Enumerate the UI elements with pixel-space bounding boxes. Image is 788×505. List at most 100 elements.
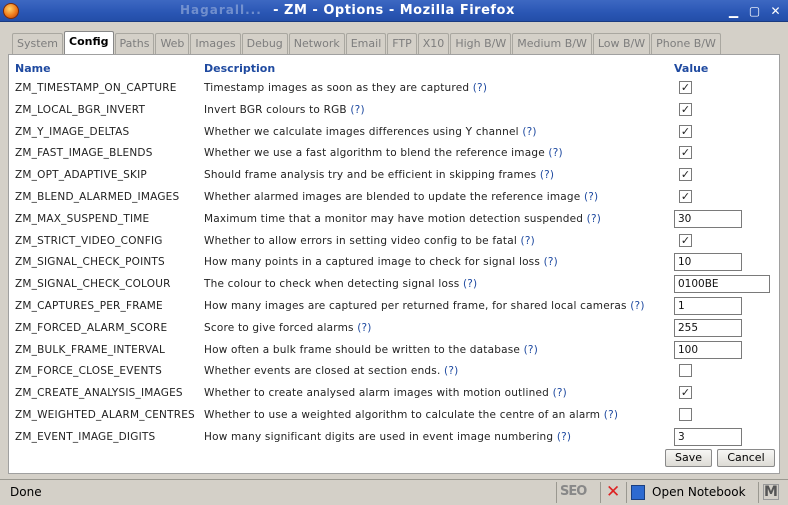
- help-link[interactable]: (?): [587, 213, 601, 225]
- help-link[interactable]: (?): [604, 409, 618, 421]
- option-description-text: Whether alarmed images are blended to up…: [204, 191, 581, 203]
- tab-web[interactable]: Web: [155, 33, 190, 54]
- option-description: How many images are captured per returne…: [204, 300, 645, 312]
- table-row: ZM_SIGNAL_CHECK_POINTS How many points in…: [9, 251, 779, 273]
- option-checkbox[interactable]: ✓: [679, 168, 692, 182]
- help-link[interactable]: (?): [630, 300, 644, 312]
- tab-high-b-w[interactable]: High B/W: [450, 33, 512, 54]
- tab-debug[interactable]: Debug: [241, 33, 288, 54]
- help-link[interactable]: (?): [553, 387, 567, 399]
- column-header-name: Name: [15, 62, 51, 75]
- option-description: Whether to use a weighted algorithm to c…: [204, 409, 618, 421]
- option-checkbox[interactable]: [679, 408, 692, 421]
- table-row: ZM_BLEND_ALARMED_IMAGES Whether alarmed i…: [9, 186, 779, 208]
- option-description: Whether to create analysed alarm images …: [204, 387, 567, 399]
- option-value-input[interactable]: [674, 209, 742, 228]
- close-icon[interactable]: ✕: [767, 3, 784, 19]
- save-button[interactable]: Save: [665, 449, 712, 467]
- option-description: How many significant digits are used in …: [204, 431, 571, 443]
- help-link[interactable]: (?): [522, 126, 536, 138]
- table-row: ZM_Y_IMAGE_DELTAS Whether we calculate im…: [9, 121, 779, 143]
- notebook-icon[interactable]: [631, 485, 645, 500]
- tab-x10[interactable]: X10: [417, 33, 450, 54]
- stop-x-icon[interactable]: ✕: [606, 482, 620, 502]
- option-description-text: How many images are captured per returne…: [204, 300, 627, 312]
- option-value-input[interactable]: [674, 340, 742, 359]
- option-checkbox[interactable]: ✓: [679, 124, 692, 138]
- tab-phone-b-w[interactable]: Phone B/W: [651, 33, 721, 54]
- option-name: ZM_SIGNAL_CHECK_POINTS: [15, 256, 165, 269]
- option-checkbox[interactable]: ✓: [679, 386, 692, 400]
- help-link[interactable]: (?): [521, 235, 535, 247]
- option-description: Score to give forced alarms (?): [204, 322, 372, 334]
- option-description-text: Whether events are closed at section end…: [204, 365, 441, 378]
- table-row: ZM_WEIGHTED_ALARM_CENTRES Whether to use …: [9, 404, 779, 426]
- option-checkbox[interactable]: ✓: [679, 81, 692, 94]
- tab-system[interactable]: System: [12, 33, 64, 54]
- option-name: ZM_OPT_ADAPTIVE_SKIP: [15, 169, 147, 182]
- option-name: ZM_FORCE_CLOSE_EVENTS: [15, 365, 163, 378]
- option-checkbox[interactable]: [679, 364, 692, 378]
- option-description: Should frame analysis try and be efficie…: [204, 169, 554, 181]
- help-link[interactable]: (?): [548, 147, 562, 159]
- tab-medium-b-w[interactable]: Medium B/W: [512, 33, 592, 54]
- window-titlebar: Hagarall... - ZM - Options - Mozilla Fir…: [0, 0, 788, 22]
- option-name: ZM_STRICT_VIDEO_CONFIG: [15, 234, 163, 247]
- help-link[interactable]: (?): [473, 82, 487, 94]
- open-notebook-link[interactable]: Open Notebook: [652, 485, 746, 499]
- tab-images[interactable]: Images: [190, 33, 241, 54]
- minimize-icon[interactable]: ▁: [725, 3, 742, 19]
- help-link[interactable]: (?): [544, 256, 558, 268]
- help-link[interactable]: (?): [444, 365, 458, 377]
- option-description-text: Whether we use a fast algorithm to blend…: [204, 147, 545, 160]
- option-checkbox[interactable]: ✓: [679, 190, 692, 203]
- option-description-text: Score to give forced alarms: [204, 321, 354, 334]
- option-description: How often a bulk frame should be written…: [204, 344, 538, 356]
- option-value-input[interactable]: [674, 297, 742, 315]
- help-link[interactable]: (?): [350, 104, 364, 116]
- tab-low-b-w[interactable]: Low B/W: [592, 33, 651, 54]
- help-link[interactable]: (?): [357, 322, 371, 334]
- tab-email[interactable]: Email: [345, 33, 387, 54]
- option-description-text: How many significant digits are used in …: [204, 430, 554, 443]
- table-row: ZM_STRICT_VIDEO_CONFIG Whether to allow e…: [9, 230, 779, 252]
- option-value-input[interactable]: [674, 318, 742, 337]
- option-value-input[interactable]: [674, 253, 742, 272]
- table-row: ZM_MAX_SUSPEND_TIME Maximum time that a m…: [9, 208, 779, 230]
- help-link[interactable]: (?): [463, 278, 477, 290]
- option-description: Whether we calculate images differences …: [204, 126, 537, 138]
- option-checkbox[interactable]: ✓: [679, 102, 692, 116]
- option-checkbox[interactable]: ✓: [679, 146, 692, 160]
- tab-config[interactable]: Config: [64, 31, 114, 55]
- maximize-icon[interactable]: ▢: [746, 3, 763, 19]
- option-name: ZM_CAPTURES_PER_FRAME: [15, 300, 163, 312]
- option-value-input[interactable]: [674, 427, 742, 446]
- column-header-description: Description: [204, 62, 276, 75]
- help-link[interactable]: (?): [524, 344, 538, 356]
- option-name: ZM_FAST_IMAGE_BLENDS: [15, 147, 153, 160]
- option-description: Whether to allow errors in setting video…: [204, 235, 535, 247]
- option-description: Maximum time that a monitor may have mot…: [204, 213, 601, 225]
- help-link[interactable]: (?): [557, 431, 571, 443]
- cancel-button[interactable]: Cancel: [717, 449, 775, 467]
- table-row: ZM_EVENT_IMAGE_DIGITS How many significan…: [9, 426, 779, 448]
- tab-paths[interactable]: Paths: [114, 33, 155, 54]
- option-name: ZM_BULK_FRAME_INTERVAL: [15, 343, 166, 356]
- table-row: ZM_CAPTURES_PER_FRAME How many images are…: [9, 295, 779, 317]
- option-name: ZM_Y_IMAGE_DELTAS: [15, 125, 130, 138]
- seo-icon[interactable]: SEO: [560, 484, 587, 499]
- option-value-input[interactable]: [674, 275, 770, 294]
- option-description-text: How often a bulk frame should be written…: [204, 343, 521, 356]
- table-row: ZM_OPT_ADAPTIVE_SKIP Should frame analysi…: [9, 164, 779, 186]
- help-link[interactable]: (?): [540, 169, 554, 181]
- option-description-text: Maximum time that a monitor may have mot…: [204, 212, 584, 225]
- mail-icon[interactable]: M: [763, 484, 779, 500]
- option-description-text: Timestamp images as soon as they are cap…: [204, 82, 470, 94]
- status-bar: Done SEO ✕ Open Notebook M: [0, 479, 788, 505]
- option-checkbox[interactable]: ✓: [679, 233, 692, 247]
- option-description: Whether alarmed images are blended to up…: [204, 191, 598, 203]
- help-link[interactable]: (?): [584, 191, 598, 203]
- option-description: Invert BGR colours to RGB (?): [204, 104, 365, 116]
- tab-ftp[interactable]: FTP: [387, 33, 417, 54]
- tab-network[interactable]: Network: [288, 33, 345, 54]
